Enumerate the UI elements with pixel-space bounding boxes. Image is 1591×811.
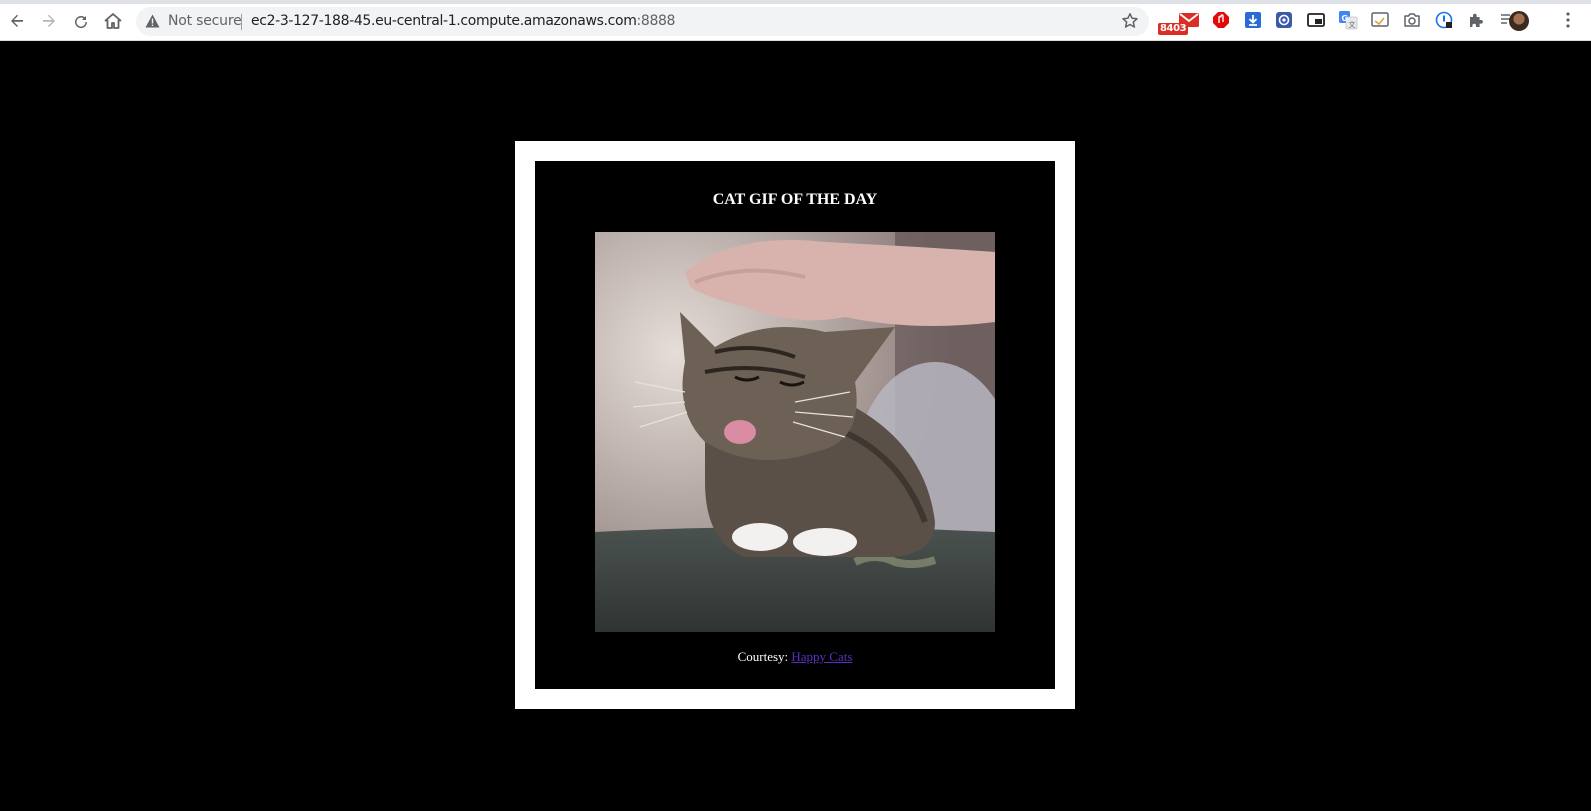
url-port: :8888 bbox=[636, 13, 676, 29]
extensions-icon bbox=[1470, 13, 1483, 27]
screenshot-button[interactable] bbox=[1401, 9, 1423, 31]
page-heading: CAT GIF OF THE DAY bbox=[712, 191, 878, 208]
mail-count-badge: 8403 bbox=[1158, 23, 1189, 35]
translate-icon: G文 bbox=[1339, 11, 1358, 30]
home-button[interactable] bbox=[100, 8, 126, 34]
cast-icon bbox=[1371, 12, 1389, 27]
svg-text:G: G bbox=[1341, 14, 1348, 23]
download-extension-icon bbox=[1245, 12, 1261, 28]
back-button[interactable] bbox=[4, 8, 30, 34]
browser-toolbar: Not secure ec2-3-127-188-45.eu-central-1… bbox=[0, 0, 1591, 41]
forward-button[interactable] bbox=[36, 8, 62, 34]
translate-button[interactable]: G文 bbox=[1337, 9, 1359, 31]
extensions-button[interactable] bbox=[1465, 9, 1487, 31]
content-panel: CAT GIF OF THE DAY Courtesy: Happy Cats bbox=[535, 161, 1055, 689]
menu-icon bbox=[1566, 12, 1570, 28]
tab-strip-edge bbox=[0, 0, 1591, 4]
menu-button[interactable] bbox=[1561, 9, 1575, 31]
security-status[interactable]: Not secure bbox=[168, 13, 242, 29]
puzzle-extension-icon bbox=[1276, 12, 1292, 28]
url-host: ec2-3-127-188-45.eu-central-1.compute.am… bbox=[251, 13, 637, 29]
omnibox-separator bbox=[241, 14, 242, 30]
warning-icon[interactable] bbox=[145, 14, 160, 28]
puzzle-extension-button[interactable] bbox=[1273, 9, 1295, 31]
adblock-extension-icon bbox=[1213, 12, 1229, 28]
cast-button[interactable] bbox=[1369, 9, 1391, 31]
url-text[interactable]: ec2-3-127-188-45.eu-central-1.compute.am… bbox=[251, 13, 675, 29]
reload-button[interactable] bbox=[68, 8, 94, 34]
home-icon bbox=[104, 13, 122, 29]
courtesy-label: Courtesy: bbox=[737, 649, 789, 664]
courtesy-line: Courtesy: Happy Cats bbox=[535, 649, 1055, 665]
svg-text:文: 文 bbox=[1349, 20, 1356, 29]
picture-in-picture-icon bbox=[1307, 13, 1325, 27]
star-icon[interactable] bbox=[1121, 12, 1139, 30]
reload-icon bbox=[75, 16, 88, 29]
download-extension-button[interactable] bbox=[1242, 9, 1264, 31]
picture-in-picture-button[interactable] bbox=[1305, 9, 1327, 31]
back-icon bbox=[11, 14, 23, 27]
adblock-extension-button[interactable] bbox=[1210, 9, 1232, 31]
password-icon bbox=[1435, 11, 1453, 29]
content-frame: CAT GIF OF THE DAY Courtesy: Happy Cats bbox=[515, 141, 1075, 709]
cat-gif-image bbox=[595, 232, 995, 632]
cat-illustration bbox=[595, 232, 995, 632]
camera-icon bbox=[1404, 13, 1420, 27]
address-bar[interactable]: Not secure ec2-3-127-188-45.eu-central-1… bbox=[136, 7, 1149, 36]
forward-icon bbox=[43, 14, 55, 27]
happy-cats-link[interactable]: Happy Cats bbox=[791, 649, 852, 664]
profile-avatar[interactable] bbox=[1509, 11, 1529, 31]
password-manager-button[interactable] bbox=[1433, 9, 1455, 31]
